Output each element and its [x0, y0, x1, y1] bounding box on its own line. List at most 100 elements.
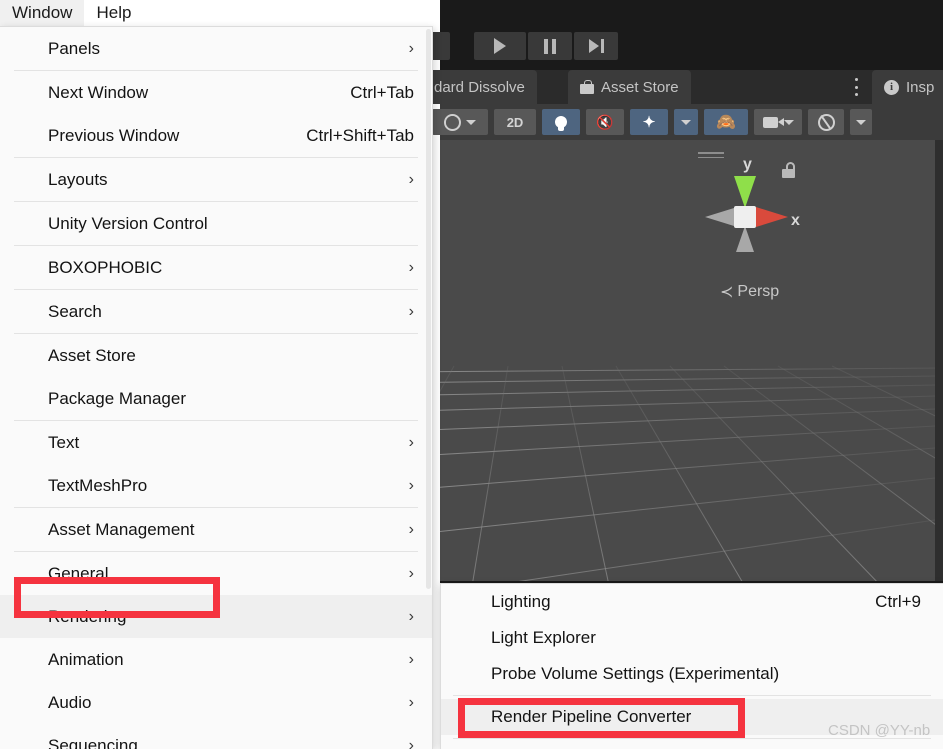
fx-dropdown[interactable]: [674, 109, 698, 135]
gizmo-neg-x-axis-cone[interactable]: [705, 208, 734, 226]
toggle-scene-lighting[interactable]: [542, 109, 580, 135]
menu-item-label: Layouts: [48, 170, 108, 190]
watermark: CSDN @YY-nb: [828, 722, 930, 739]
chevron-down-icon: [784, 120, 794, 125]
submenu-item-label: Light Explorer: [491, 628, 596, 648]
menubar-item-window[interactable]: Window: [0, 0, 84, 26]
menu-item-label: Package Manager: [48, 389, 186, 409]
menu-item-sequencing[interactable]: Sequencing ›: [0, 724, 432, 749]
menu-item-asset-store[interactable]: Asset Store: [0, 334, 432, 377]
submenu-arrow-icon: ›: [409, 172, 414, 188]
window-dropdown-menu: Panels › Next Window Ctrl+Tab Previous W…: [0, 26, 433, 749]
menu-item-shortcut: Ctrl+Shift+Tab: [306, 126, 414, 146]
toggle-2d[interactable]: 2D: [494, 109, 536, 135]
menu-item-audio[interactable]: Audio ›: [0, 681, 432, 724]
menu-item-label: Animation: [48, 650, 124, 670]
menu-item-label: Sequencing: [48, 736, 138, 749]
toggle-audio[interactable]: 🔇: [586, 109, 624, 135]
toggle-fx[interactable]: ✦: [630, 109, 668, 135]
scene-grid: [440, 140, 935, 581]
menu-item-label: General: [48, 564, 108, 584]
menu-item-unity-version-control[interactable]: Unity Version Control: [0, 202, 432, 245]
menu-item-label: Unity Version Control: [48, 214, 208, 234]
pause-icon: [544, 39, 556, 54]
camera-icon: [763, 117, 778, 128]
tab-asset-store[interactable]: Asset Store: [568, 70, 691, 104]
scene-visibility[interactable]: 🙈: [704, 109, 748, 135]
submenu-item-probe-volume-settings[interactable]: Probe Volume Settings (Experimental): [441, 656, 943, 692]
gizmo-x-axis-cone[interactable]: [756, 207, 788, 227]
scene-right-gutter: [935, 140, 943, 581]
step-button[interactable]: [574, 32, 618, 60]
tab-inspector[interactable]: i Insp: [872, 70, 943, 104]
submenu-arrow-icon: ›: [409, 695, 414, 711]
submenu-arrow-icon: ›: [409, 260, 414, 276]
menu-item-text[interactable]: Text ›: [0, 421, 432, 464]
play-button[interactable]: [474, 32, 526, 60]
menu-item-general[interactable]: General ›: [0, 552, 432, 595]
audio-mute-icon: 🔇: [596, 114, 613, 131]
menu-item-package-manager[interactable]: Package Manager: [0, 377, 432, 420]
tab-label: Insp: [906, 79, 934, 96]
menu-item-label: Search: [48, 302, 102, 322]
menu-item-label: BOXOPHOBIC: [48, 258, 162, 278]
projection-label: Persp: [737, 283, 779, 301]
camera-settings[interactable]: [754, 109, 802, 135]
submenu-item-label: Lighting: [491, 592, 551, 612]
gizmo-drag-handle[interactable]: [698, 152, 724, 159]
menu-item-previous-window[interactable]: Previous Window Ctrl+Shift+Tab: [0, 114, 432, 157]
menu-item-search[interactable]: Search ›: [0, 290, 432, 333]
gizmo-y-axis-cone[interactable]: [734, 176, 756, 208]
menu-item-label: Asset Management: [48, 520, 194, 540]
gizmo-center-cube[interactable]: [734, 206, 756, 228]
menu-item-shortcut: Ctrl+Tab: [350, 83, 414, 103]
eye-off-icon: 🙈: [716, 112, 736, 132]
play-icon: [494, 38, 506, 54]
menu-item-textmeshpro[interactable]: TextMeshPro ›: [0, 464, 432, 507]
info-icon: i: [884, 80, 899, 95]
tab-dard-dissolve[interactable]: dard Dissolve: [422, 70, 537, 104]
gizmo-projection-toggle[interactable]: ≺ Persp: [720, 282, 779, 302]
menu-item-layouts[interactable]: Layouts ›: [0, 158, 432, 201]
submenu-arrow-icon: ›: [409, 478, 414, 494]
menu-item-label: Audio: [48, 693, 91, 713]
submenu-arrow-icon: ›: [409, 435, 414, 451]
effects-icon: ✦: [643, 113, 656, 131]
submenu-arrow-icon: ›: [409, 41, 414, 57]
gizmo-axis-x-label: x: [791, 212, 800, 230]
chevron-down-icon: [681, 120, 691, 125]
shopping-bag-icon: [580, 80, 594, 94]
scene-orientation-gizmo[interactable]: y x ≺ Persp: [698, 150, 808, 310]
menu-item-asset-management[interactable]: Asset Management ›: [0, 508, 432, 551]
submenu-arrow-icon: ›: [409, 566, 414, 582]
pause-button[interactable]: [528, 32, 572, 60]
submenu-item-lighting[interactable]: Lighting Ctrl+9: [441, 584, 943, 620]
gizmos-dropdown[interactable]: [850, 109, 872, 135]
tab-label: Asset Store: [601, 79, 679, 96]
menu-item-label: Next Window: [48, 83, 148, 103]
menubar-item-label: Help: [96, 3, 131, 23]
menubar-item-help[interactable]: Help: [84, 0, 143, 26]
submenu-item-light-explorer[interactable]: Light Explorer: [441, 620, 943, 656]
menu-item-rendering[interactable]: Rendering ›: [0, 595, 432, 638]
menu-item-label: TextMeshPro: [48, 476, 147, 496]
light-bulb-icon: [555, 116, 567, 128]
menu-item-label: Previous Window: [48, 126, 179, 146]
menu-item-animation[interactable]: Animation ›: [0, 638, 432, 681]
menu-item-next-window[interactable]: Next Window Ctrl+Tab: [0, 71, 432, 114]
gizmo-neg-y-axis-cone[interactable]: [736, 226, 754, 252]
scene-viewport[interactable]: y x ≺ Persp: [440, 140, 935, 581]
submenu-arrow-icon: ›: [409, 738, 414, 749]
tab-overflow-menu-icon[interactable]: [848, 78, 864, 96]
gizmos-toggle[interactable]: [808, 109, 844, 135]
tab-label: dard Dissolve: [434, 79, 525, 96]
menu-item-panels[interactable]: Panels ›: [0, 27, 432, 70]
shading-mode-dropdown[interactable]: [432, 109, 488, 135]
menu-item-boxophobic[interactable]: BOXOPHOBIC ›: [0, 246, 432, 289]
submenu-item-shortcut: Ctrl+9: [875, 592, 921, 612]
gizmo-globe-icon: [818, 114, 835, 131]
submenu-item-label: Probe Volume Settings (Experimental): [491, 664, 779, 684]
lock-open-icon[interactable]: [782, 162, 795, 178]
menu-scrollbar[interactable]: [426, 29, 431, 589]
step-icon: [589, 39, 604, 53]
